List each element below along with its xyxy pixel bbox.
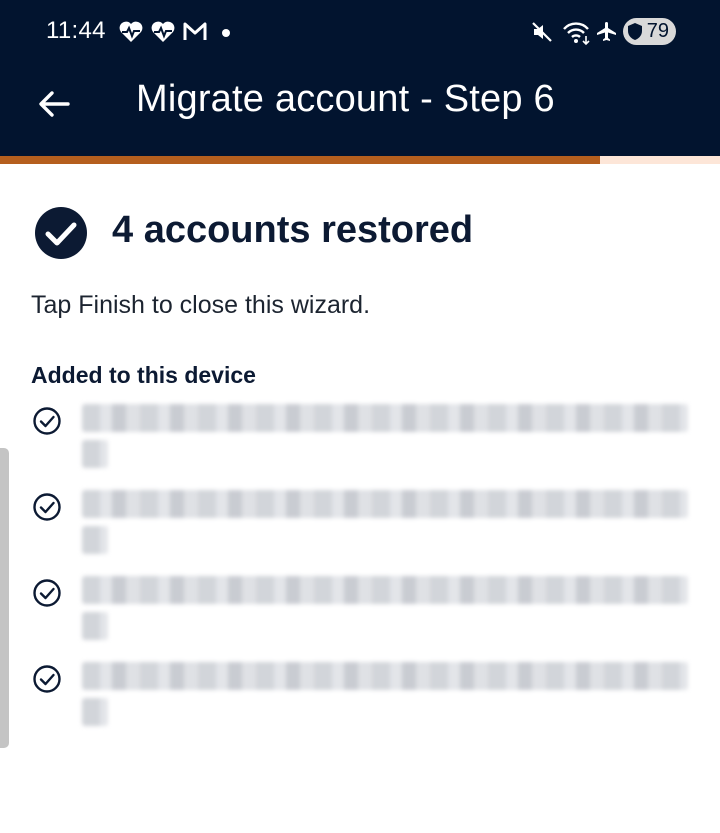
- list-item: [0, 568, 720, 648]
- check-circle-icon: [35, 207, 87, 259]
- scrollbar[interactable]: [0, 448, 9, 748]
- redacted-account-detail: [82, 440, 108, 468]
- redacted-account-detail: [82, 612, 108, 640]
- redacted-account-name: [82, 662, 688, 690]
- wizard-progress-fill: [0, 156, 600, 164]
- list-item: [0, 396, 720, 476]
- battery-indicator: 79: [623, 18, 676, 45]
- redacted-account-name: [82, 576, 688, 604]
- section-label: Added to this device: [31, 362, 256, 388]
- gmail-icon: [183, 22, 207, 40]
- battery-saver-shield-icon: [628, 23, 642, 40]
- restore-heading: 4 accounts restored: [112, 209, 474, 251]
- check-circle-icon: [33, 665, 61, 693]
- wifi-icon: [563, 22, 590, 46]
- mute-icon: [532, 22, 552, 42]
- app-header: 11:44 79 Migrate account - Step 6: [0, 0, 720, 157]
- instruction-text: Tap Finish to close this wizard.: [31, 291, 371, 319]
- redacted-account-detail: [82, 526, 108, 554]
- redacted-account-name: [82, 404, 688, 432]
- arrow-left-icon[interactable]: [36, 86, 72, 122]
- status-bar: 11:44 79: [0, 0, 720, 64]
- main-content: 4 accounts restored Tap Finish to close …: [0, 164, 720, 833]
- page-title: Migrate account - Step 6: [136, 78, 555, 120]
- heart-pulse-icon: [151, 21, 175, 42]
- status-time: 11:44: [46, 17, 106, 44]
- wizard-progress-bar: [0, 156, 720, 164]
- more-notifications-dot: [222, 29, 230, 37]
- check-circle-icon: [33, 493, 61, 521]
- list-item: [0, 654, 720, 734]
- check-circle-icon: [33, 579, 61, 607]
- list-item: [0, 482, 720, 562]
- check-circle-icon: [33, 407, 61, 435]
- heart-pulse-icon: [119, 21, 143, 42]
- airplane-icon: [597, 22, 616, 41]
- redacted-account-detail: [82, 698, 108, 726]
- battery-level: 79: [646, 20, 669, 42]
- redacted-account-name: [82, 490, 688, 518]
